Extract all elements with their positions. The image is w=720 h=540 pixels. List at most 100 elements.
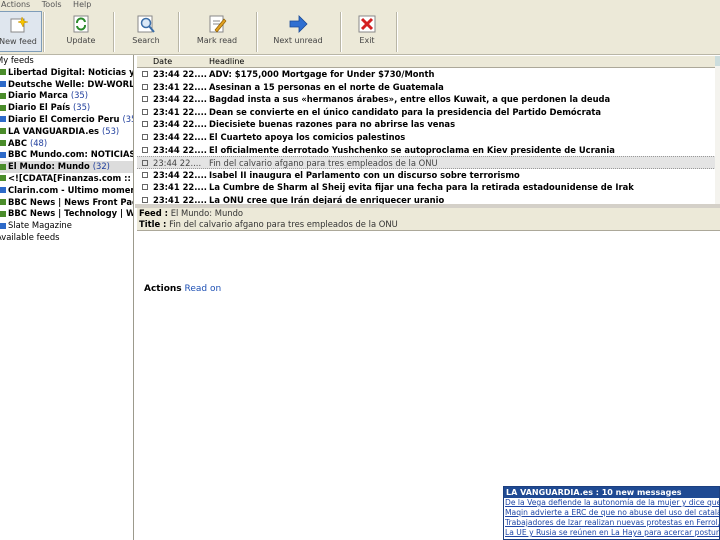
feed-name: Diario El País (8, 102, 71, 113)
new-feed-button[interactable]: New feed (0, 11, 42, 52)
feed-name: Slate Magazine (8, 220, 72, 231)
feed-item[interactable]: <![CDATA[Finanzas.com :: Top (0, 173, 133, 185)
row-date: 23:44 22.... (153, 119, 207, 130)
item-icon (142, 121, 148, 128)
list-scrollbar[interactable] (715, 56, 720, 204)
feed-icon (0, 69, 6, 76)
toolbar-separator (43, 12, 45, 52)
feed-item[interactable]: El Mundo: Mundo (32) (0, 161, 133, 173)
row-headline: El Cuarteto apoya los comicios palestino… (209, 131, 406, 142)
popup-item-link[interactable]: De la Vega defiende la autonomía de la m… (504, 498, 719, 508)
row-date: 23:44 22.... (153, 169, 207, 180)
row-headline: Isabel II inaugura el Parlamento con un … (209, 169, 520, 180)
table-row[interactable]: 23:44 22.... Diecisiete buenas razones pa… (137, 118, 720, 131)
feed-icon (0, 116, 6, 123)
table-row[interactable]: 23:44 22.... ADV: $175,000 Mortgage for U… (137, 68, 720, 81)
menu-tools[interactable]: Tools (42, 0, 62, 9)
feed-name: LA VANGUARDIA.es (8, 125, 100, 136)
feed-name: ABC (8, 137, 28, 148)
table-row[interactable]: 23:44 22.... El oficialmente derrotado Yu… (137, 144, 720, 157)
feed-name: Libertad Digital: Noticias y opi (8, 66, 134, 77)
mark-read-button[interactable]: Mark read (192, 11, 242, 52)
feed-name: El Mundo: Mundo (8, 161, 90, 172)
read-on-link[interactable]: Read on (185, 284, 222, 294)
table-row[interactable]: 23:41 22.... La ONU cree que Irán dejará … (137, 194, 720, 204)
next-arrow-icon (289, 15, 308, 33)
item-icon (142, 184, 148, 191)
column-date[interactable]: Date (153, 56, 172, 67)
popup-item-link[interactable]: La UE y Rusia se reúnen en La Haya para … (504, 528, 719, 538)
update-label: Update (66, 36, 96, 45)
feed-icon (0, 104, 6, 111)
feed-item[interactable]: BBC News | News Front Page (0, 197, 133, 209)
toolbar: New feed Update Search Mark read Next un… (0, 10, 720, 55)
feed-icon (0, 163, 6, 170)
menu-bar: Actions Tools Help (0, 0, 720, 10)
row-date: 23:41 22.... (153, 182, 207, 193)
feed-name: BBC News | Technology | Wor (8, 208, 134, 219)
feed-tree[interactable]: My feeds Libertad Digital: Noticias y op… (0, 55, 134, 540)
table-row[interactable]: 23:41 22.... La Cumbre de Sharm al Sheij … (137, 181, 720, 194)
headline-list: Date Headline 23:44 22.... ADV: $175,000 … (137, 56, 720, 204)
notification-popup[interactable]: LA VANGUARDIA.es : 10 new messages De la… (503, 486, 720, 540)
title-line: Title : Fin del calvario afgano para tre… (139, 218, 398, 229)
table-row[interactable]: 23:41 22.... Asesinan a 15 personas en el… (137, 81, 720, 94)
feed-item[interactable]: LA VANGUARDIA.es (53) (0, 126, 133, 138)
popup-item-link[interactable]: Maqin advierte a ERC de que no abuse del… (504, 508, 719, 518)
next-unread-button[interactable]: Next unread (270, 11, 326, 52)
table-row[interactable]: 23:44 22.... Isabel II inaugura el Parlam… (137, 169, 720, 182)
table-row[interactable]: 23:44 22.... El Cuarteto apoya los comici… (137, 131, 720, 144)
toolbar-separator (396, 12, 398, 52)
feed-name: Clarin.com - Ultimo momento (8, 184, 134, 195)
feed-root[interactable]: My feeds (0, 55, 133, 67)
row-date: 23:44 22.... (153, 144, 207, 155)
feed-item[interactable]: Deutsche Welle: DW-WORLD.D (0, 79, 133, 91)
row-headline: El oficialmente derrotado Yushchenko se … (209, 144, 615, 155)
table-row[interactable]: 23:41 22.... Dean se convierte en el únic… (137, 106, 720, 119)
new-feed-icon (10, 16, 28, 33)
update-icon (73, 15, 89, 33)
feed-item[interactable]: Slate Magazine (0, 220, 133, 232)
available-feeds[interactable]: Available feeds (0, 232, 133, 244)
search-button[interactable]: Search (122, 11, 170, 52)
feed-item[interactable]: Diario Marca (35) (0, 90, 133, 102)
feed-name: Diario El Comercio Peru (8, 113, 120, 124)
feed-item[interactable]: ABC (48) (0, 138, 133, 150)
feed-count: (48) (29, 137, 48, 148)
table-row[interactable]: 23:44 22.... Fin del calvario afgano para… (137, 156, 720, 169)
feed-item[interactable]: BBC Mundo.com: NOTICIAS (26 (0, 149, 133, 161)
menu-actions[interactable]: Actions (1, 0, 30, 9)
feed-name: BBC News | News Front Page (8, 196, 134, 207)
feed-icon (0, 210, 6, 217)
row-date: 23:44 22.... (153, 69, 207, 79)
search-icon (137, 15, 155, 33)
actions-label: Actions (144, 284, 182, 294)
row-headline: Dean se convierte en el único candidato … (209, 106, 602, 117)
row-date: 23:44 22.... (153, 94, 207, 105)
feed-icon (0, 92, 6, 99)
feed-line: Feed : El Mundo: Mundo (139, 208, 244, 218)
item-icon (142, 146, 148, 153)
update-button[interactable]: Update (55, 11, 107, 52)
item-icon (142, 108, 148, 115)
row-date: 23:41 22.... (153, 194, 207, 204)
feed-name: BBC Mundo.com: NOTICIAS (8, 149, 134, 160)
feed-item[interactable]: Clarin.com - Ultimo momento (0, 185, 133, 197)
toolbar-separator (340, 12, 342, 52)
exit-label: Exit (359, 36, 375, 45)
item-icon (142, 171, 148, 178)
row-headline: Diecisiete buenas razones para no abrirs… (209, 119, 456, 130)
feed-item[interactable]: Diario El Comercio Peru (35) (0, 114, 133, 126)
menu-help[interactable]: Help (73, 0, 91, 9)
table-row[interactable]: 23:44 22.... Bagdad insta a sus «hermanos… (137, 93, 720, 106)
feed-count: (35) (73, 102, 91, 113)
mark-read-icon (209, 15, 227, 33)
popup-item-link[interactable]: Trabajadores de Izar realizan nuevas pro… (504, 518, 719, 528)
feed-item[interactable]: Libertad Digital: Noticias y opi (0, 67, 133, 79)
column-headline[interactable]: Headline (209, 56, 244, 67)
feed-item[interactable]: BBC News | Technology | Wor (0, 208, 133, 220)
item-icon (142, 196, 148, 203)
feed-icon (0, 222, 6, 229)
feed-item[interactable]: Diario El País (35) (0, 102, 133, 114)
exit-button[interactable]: Exit (346, 11, 388, 52)
